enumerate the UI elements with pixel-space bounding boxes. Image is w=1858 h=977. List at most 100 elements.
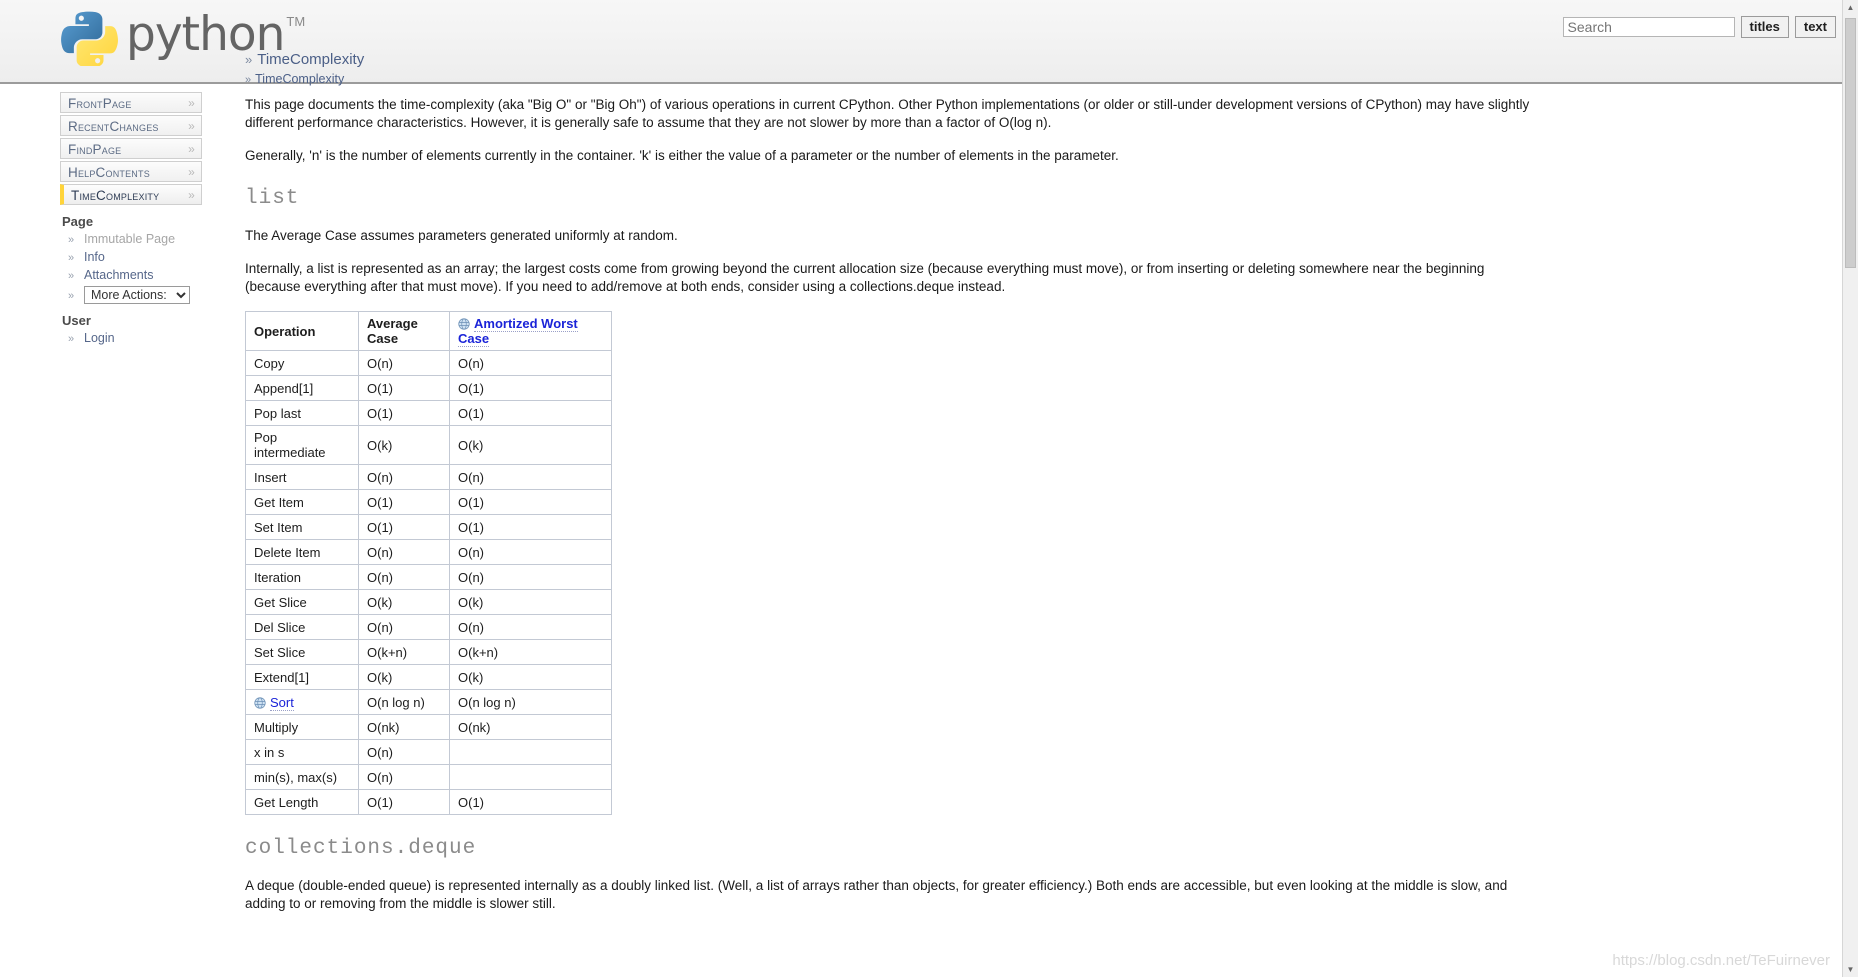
chevron-right-icon: » bbox=[188, 96, 195, 110]
breadcrumb-chevron-icon: » bbox=[245, 74, 252, 86]
cell-worst-case bbox=[449, 764, 612, 790]
bullet-chevron-icon: » bbox=[68, 290, 75, 302]
cell-operation: Sort bbox=[245, 689, 359, 715]
sidebar: FrontPage » RecentChanges » FindPage » H… bbox=[60, 92, 202, 349]
sidebar-row-attachments: » Attachments bbox=[60, 268, 202, 282]
table-row: Delete Item O(n) O(n) bbox=[245, 539, 612, 565]
cell-average-case: O(n) bbox=[358, 539, 450, 565]
chevron-right-icon: » bbox=[188, 165, 195, 179]
cell-worst-case: O(n) bbox=[449, 564, 612, 590]
cell-operation: Multiply bbox=[245, 714, 359, 740]
table-row: Pop intermediate O(k) O(k) bbox=[245, 425, 612, 465]
breadcrumb-link-timecomplexity[interactable]: TimeComplexity bbox=[257, 51, 364, 68]
sidebar-item-label: TimeComplexity bbox=[71, 188, 160, 203]
sidebar-link-immutable-page: Immutable Page bbox=[84, 232, 176, 246]
cell-worst-case: O(k) bbox=[449, 425, 612, 465]
more-actions-select[interactable]: More Actions: bbox=[84, 286, 190, 304]
search-area: titles text bbox=[1562, 16, 1836, 38]
cell-operation: min(s), max(s) bbox=[245, 764, 359, 790]
cell-average-case: O(k) bbox=[358, 425, 450, 465]
page-scrollbar[interactable]: ▲ ▼ bbox=[1842, 0, 1858, 977]
table-row: Copy O(n) O(n) bbox=[245, 350, 612, 376]
cell-average-case: O(1) bbox=[358, 375, 450, 401]
cell-operation: Get Item bbox=[245, 489, 359, 515]
cell-worst-case: O(1) bbox=[449, 789, 612, 815]
cell-operation: Iteration bbox=[245, 564, 359, 590]
globe-icon bbox=[458, 318, 470, 330]
watermark: https://blog.csdn.net/TeFuirnever bbox=[1612, 952, 1830, 969]
sidebar-item-findpage[interactable]: FindPage » bbox=[60, 138, 202, 159]
sidebar-link-login[interactable]: Login bbox=[84, 331, 115, 345]
scrollbar-thumb[interactable] bbox=[1845, 18, 1856, 268]
sidebar-item-helpcontents[interactable]: HelpContents » bbox=[60, 161, 202, 182]
sidebar-item-label: FrontPage bbox=[68, 96, 132, 111]
sidebar-item-label: HelpContents bbox=[68, 165, 150, 180]
amortized-worst-case-link[interactable]: Amortized Worst Case bbox=[458, 316, 578, 347]
sidebar-item-recentchanges[interactable]: RecentChanges » bbox=[60, 115, 202, 136]
table-row: Extend[1] O(k) O(k) bbox=[245, 664, 612, 690]
sidebar-item-timecomplexity[interactable]: TimeComplexity » bbox=[60, 184, 202, 205]
cell-worst-case: O(1) bbox=[449, 400, 612, 426]
column-header-operation: Operation bbox=[245, 311, 359, 351]
cell-worst-case: O(n) bbox=[449, 614, 612, 640]
breadcrumb-sub-link[interactable]: TimeComplexity bbox=[255, 72, 344, 86]
list-paragraph-2: Internally, a list is represented as an … bbox=[245, 261, 1485, 294]
sidebar-row-login: » Login bbox=[60, 331, 202, 345]
bullet-chevron-icon: » bbox=[68, 252, 75, 264]
cell-worst-case: O(nk) bbox=[449, 714, 612, 740]
table-row: Get Item O(1) O(1) bbox=[245, 489, 612, 515]
globe-icon bbox=[254, 696, 266, 709]
cell-average-case: O(nk) bbox=[358, 714, 450, 740]
cell-average-case: O(k) bbox=[358, 589, 450, 615]
cell-operation: Delete Item bbox=[245, 539, 359, 565]
section-heading-list: list bbox=[245, 187, 300, 210]
cell-worst-case: O(k) bbox=[449, 664, 612, 690]
cell-average-case: O(n) bbox=[358, 564, 450, 590]
deque-paragraph-1: A deque (double-ended queue) is represen… bbox=[245, 878, 1508, 911]
table-row: x in s O(n) bbox=[245, 739, 612, 765]
cell-operation: Get Slice bbox=[245, 589, 359, 615]
column-header-average-case: Average Case bbox=[358, 311, 450, 351]
cell-worst-case bbox=[449, 739, 612, 765]
table-row: min(s), max(s) O(n) bbox=[245, 764, 612, 790]
bullet-chevron-icon: » bbox=[68, 333, 75, 345]
cell-average-case: O(1) bbox=[358, 400, 450, 426]
intro-paragraph-2: Generally, 'n' is the number of elements… bbox=[245, 148, 1119, 163]
sidebar-row-immutable-page: » Immutable Page bbox=[60, 232, 202, 246]
scroll-down-arrow-icon[interactable]: ▼ bbox=[1843, 962, 1858, 977]
bullet-chevron-icon: » bbox=[68, 234, 75, 246]
search-titles-button[interactable]: titles bbox=[1740, 16, 1789, 38]
search-input[interactable] bbox=[1562, 17, 1735, 37]
python-logo-icon bbox=[60, 8, 118, 66]
table-row: Iteration O(n) O(n) bbox=[245, 564, 612, 590]
cell-average-case: O(n) bbox=[358, 739, 450, 765]
main-content: » TimeComplexity This page documents the … bbox=[245, 72, 1840, 928]
sidebar-item-frontpage[interactable]: FrontPage » bbox=[60, 92, 202, 113]
sidebar-link-attachments[interactable]: Attachments bbox=[84, 268, 153, 282]
cell-operation: Extend[1] bbox=[245, 664, 359, 690]
sidebar-link-info[interactable]: Info bbox=[84, 250, 105, 264]
column-header-amortized-worst-case: Amortized Worst Case bbox=[449, 311, 612, 351]
scroll-up-arrow-icon[interactable]: ▲ bbox=[1843, 0, 1858, 15]
cell-operation: Set Slice bbox=[245, 639, 359, 665]
sidebar-row-info: » Info bbox=[60, 250, 202, 264]
cell-operation: Get Length bbox=[245, 789, 359, 815]
search-text-button[interactable]: text bbox=[1794, 16, 1836, 38]
sidebar-section-user-heading: User bbox=[62, 313, 91, 328]
sidebar-section-page-heading: Page bbox=[62, 214, 94, 229]
table-row: Del Slice O(n) O(n) bbox=[245, 614, 612, 640]
cell-average-case: O(n log n) bbox=[358, 689, 450, 715]
cell-worst-case: O(k+n) bbox=[449, 639, 612, 665]
operation-link[interactable]: Sort bbox=[270, 694, 294, 711]
cell-average-case: O(n) bbox=[358, 614, 450, 640]
cell-operation: Set Item bbox=[245, 514, 359, 540]
cell-average-case: O(n) bbox=[358, 350, 450, 376]
chevron-right-icon: » bbox=[188, 142, 195, 156]
breadcrumb-top: » TimeComplexity bbox=[245, 51, 364, 68]
table-row: Multiply O(nk) O(nk) bbox=[245, 714, 612, 740]
trademark-symbol: TM bbox=[286, 14, 306, 29]
cell-average-case: O(1) bbox=[358, 514, 450, 540]
cell-worst-case: O(1) bbox=[449, 375, 612, 401]
cell-operation: Del Slice bbox=[245, 614, 359, 640]
sidebar-item-label: RecentChanges bbox=[68, 119, 159, 134]
